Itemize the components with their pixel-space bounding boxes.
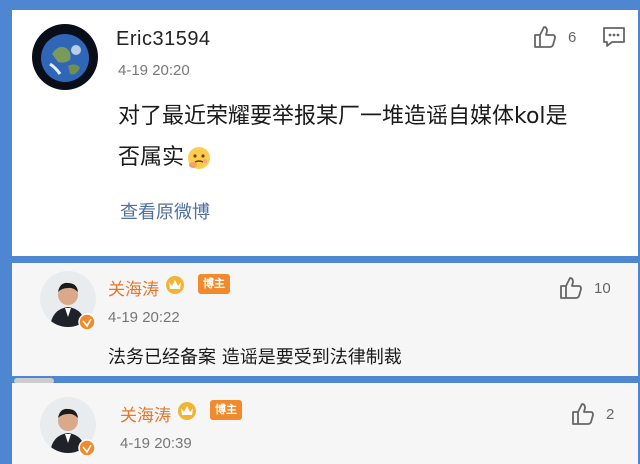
comment-card: Eric31594 4-19 20:20 6 对了最近荣耀要举报某厂一堆造谣自媒… [12,10,638,256]
verified-badge-icon [78,313,96,331]
view-original-link[interactable]: 查看原微博 [120,198,210,224]
username[interactable]: Eric31594 [116,28,211,51]
vip-crown-icon [178,402,196,420]
timestamp: 4-19 20:22 [108,309,180,326]
reply-card: 关海涛 博主 4-19 20:22 10 法务已经备案 造谣是要受到法律制裁 [12,263,638,376]
thumbs-up-icon [572,403,594,425]
reply-body: 法务已经备案 造谣是要受到法律制裁 [108,347,402,368]
timestamp: 4-19 20:39 [120,435,192,452]
like-button[interactable]: 10 [558,275,611,301]
avatar[interactable] [32,24,98,90]
like-count: 6 [568,28,577,46]
vip-crown-icon [166,276,184,294]
comment-line-1: 对了最近荣耀要举报某厂一堆造谣自媒体kol是 [118,104,568,129]
username[interactable]: 关海涛 [120,401,171,426]
comment-line-2: 否属实 [118,137,568,178]
comment-icon[interactable] [602,26,626,52]
host-badge: 博主 [210,400,242,420]
host-badge: 博主 [198,274,230,294]
reply-card: 关海涛 博主 4-19 20:39 2 [12,383,638,464]
username[interactable]: 关海涛 [108,275,159,300]
thumbs-up-icon [534,26,556,48]
like-count: 2 [606,405,615,423]
thumbs-up-icon [560,277,582,299]
comment-line-2-text: 否属实 [118,145,185,170]
like-button[interactable]: 2 [570,401,614,427]
like-button[interactable]: 6 [532,24,576,50]
thinking-face-icon [188,147,211,169]
timestamp: 4-19 20:20 [118,62,190,79]
comment-body: 对了最近荣耀要举报某厂一堆造谣自媒体kol是 否属实 [118,96,568,178]
like-count: 10 [594,279,611,297]
verified-badge-icon [78,439,96,457]
